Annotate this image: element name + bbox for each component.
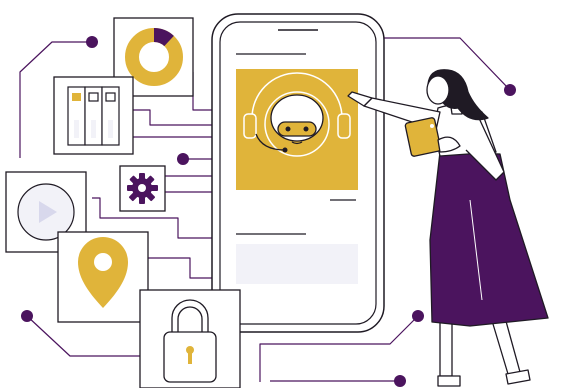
circuit-node (412, 310, 424, 322)
face (426, 75, 450, 105)
location-card (57, 231, 149, 323)
file-cabinet-card (53, 76, 134, 155)
gear-card (119, 165, 166, 212)
circuit-node (86, 36, 98, 48)
circuit-node (177, 153, 189, 165)
padlock-card (139, 289, 241, 388)
circuit-node (21, 310, 33, 322)
file-cabinet-icon (67, 86, 120, 146)
circuit-node (504, 84, 516, 96)
illustration-canvas (0, 0, 569, 388)
tablet-icon (404, 117, 442, 157)
leg (439, 318, 453, 377)
shoe (437, 375, 461, 387)
smartphone (211, 13, 385, 333)
circuit-node (394, 375, 406, 387)
donut-highlight-slice (153, 28, 174, 47)
screen-panel (236, 244, 358, 284)
